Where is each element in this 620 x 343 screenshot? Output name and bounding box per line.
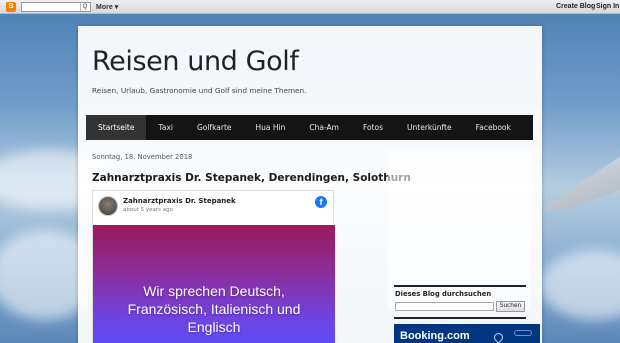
booking-banner[interactable]: Booking.com — [394, 324, 540, 343]
fb-page-name[interactable]: Zahnarztpraxis Dr. Stepanek — [123, 197, 236, 205]
facebook-icon[interactable]: f — [315, 196, 327, 208]
tab-cha-am[interactable]: Cha-Am — [297, 115, 351, 140]
search-widget-title: Dieses Blog durchsuchen — [395, 290, 492, 298]
fb-image-caption-line: Wir sprechen Deutsch, — [143, 283, 285, 299]
sign-in-link[interactable]: Sign In — [596, 3, 619, 10]
post-date: Sonntag, 18. November 2018 — [92, 153, 193, 161]
blog-title[interactable]: Reisen und Golf — [92, 46, 299, 77]
page-tabs: Startseite Taxi Golfkarte Hua Hin Cha-Am… — [86, 115, 533, 140]
fb-image-caption-line: Französisch, Italienisch und — [127, 301, 301, 317]
fb-post-image[interactable]: Wir sprechen Deutsch, Französisch, Itali… — [93, 225, 335, 343]
map-pin-icon — [492, 331, 505, 343]
blogger-logo-icon[interactable]: B — [6, 2, 16, 12]
airplane-wing-decoration — [540, 150, 620, 210]
tab-facebook[interactable]: Facebook — [464, 115, 523, 140]
background-cloud — [540, 250, 620, 320]
toggle-icon — [514, 330, 532, 336]
tab-unterkuenfte[interactable]: Unterkünfte — [395, 115, 464, 140]
fb-image-caption: Wir sprechen Deutsch, Französisch, Itali… — [128, 282, 301, 336]
tab-fotos[interactable]: Fotos — [351, 115, 395, 140]
chevron-down-icon: ▾ — [114, 4, 119, 11]
blog-search-input[interactable] — [395, 302, 494, 311]
create-blog-link[interactable]: Create Blog — [556, 3, 595, 10]
search-button[interactable]: Suchen — [496, 301, 525, 312]
divider — [394, 285, 526, 287]
divider — [394, 317, 526, 319]
navbar-search-icon[interactable]: Q — [80, 3, 89, 11]
more-menu-button[interactable]: More ▾ — [96, 3, 118, 11]
post-title[interactable]: Zahnarztpraxis Dr. Stepanek, Derendingen… — [92, 172, 411, 184]
facebook-embed[interactable]: Zahnarztpraxis Dr. Stepanek about 5 year… — [92, 190, 335, 343]
more-label: More — [96, 4, 113, 11]
blogger-navbar: B Q More ▾ Create Blog Sign In — [0, 0, 620, 14]
tab-golfkarte[interactable]: Golfkarte — [185, 115, 244, 140]
tab-hua-hin[interactable]: Hua Hin — [244, 115, 298, 140]
fb-image-caption-line: Englisch — [187, 319, 241, 335]
booking-logo: Booking.com — [400, 330, 470, 342]
avatar[interactable] — [98, 196, 118, 216]
tab-startseite[interactable]: Startseite — [86, 115, 147, 140]
blog-description: Reisen, Urlaub, Gastronomie und Golf sin… — [92, 86, 307, 95]
tab-taxi[interactable]: Taxi — [146, 115, 184, 140]
fb-post-time[interactable]: about 5 years ago — [123, 207, 173, 213]
